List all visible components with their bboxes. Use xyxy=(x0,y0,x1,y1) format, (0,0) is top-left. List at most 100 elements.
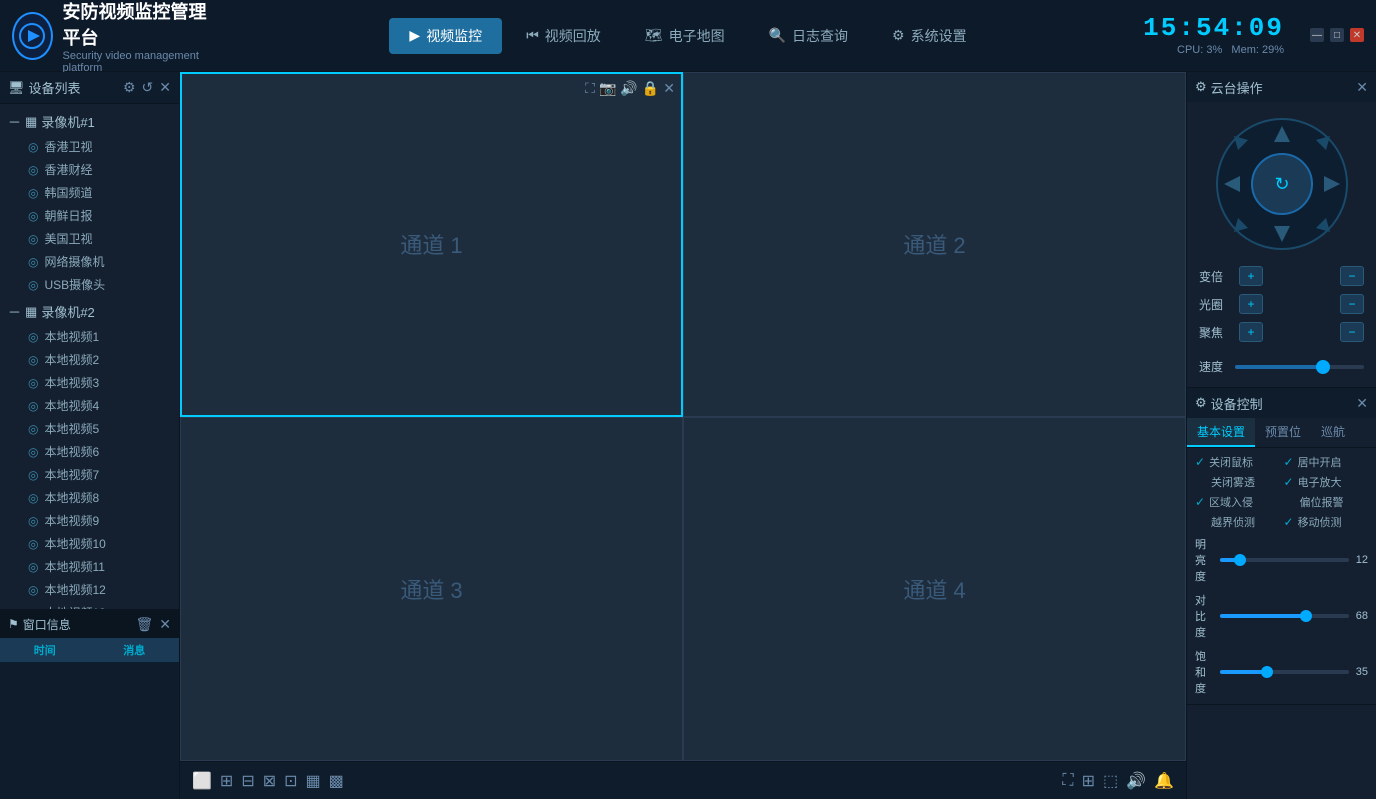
tab-monitor-label: 视频监控 xyxy=(426,26,482,46)
cell-1-toolbar: ⛶ 📷 🔊 🔒 ✕ xyxy=(585,80,675,97)
camera-item[interactable]: ◎本地视频6 xyxy=(0,440,179,463)
tab-monitor[interactable]: ▶ 视频监控 xyxy=(389,18,502,54)
speed-slider[interactable] xyxy=(1235,365,1364,369)
camera-icon: ◎ xyxy=(28,376,38,390)
option-5-label: 区域入侵 xyxy=(1209,494,1253,510)
layout-2x2-btn[interactable]: ⊞ xyxy=(220,771,233,791)
channel-1-label: 通道 1 xyxy=(400,228,462,260)
camera-item[interactable]: ◎本地视频11 xyxy=(0,555,179,578)
camera-item[interactable]: ◎美国卫视 xyxy=(0,227,179,250)
camera-item[interactable]: ◎本地视频10 xyxy=(0,532,179,555)
camera-item[interactable]: ◎香港财经 xyxy=(0,158,179,181)
video-cell-4[interactable]: 通道 4 xyxy=(683,417,1186,762)
collapse-icon-2: － xyxy=(8,302,21,321)
video-cell-1[interactable]: 通道 1 ⛶ 📷 🔊 🔒 ✕ xyxy=(180,72,683,417)
ptz-close-btn[interactable]: ✕ xyxy=(1356,79,1368,96)
tab-patrol[interactable]: 巡航 xyxy=(1311,418,1355,447)
camera-item[interactable]: ◎香港卫视 xyxy=(0,135,179,158)
brightness-slider[interactable] xyxy=(1220,558,1349,562)
camera-item[interactable]: ◎本地视频1 xyxy=(0,325,179,348)
zoom-plus-btn[interactable]: + xyxy=(1239,266,1263,286)
ptz-icon: ⚙ xyxy=(1195,79,1207,95)
layout-custom3-btn[interactable]: ▦ xyxy=(306,771,321,791)
recorder-icon-2: ▦ xyxy=(25,304,37,320)
option-row-2: 关闭雾透 ✓ 电子放大 xyxy=(1195,474,1368,490)
settings-icon[interactable]: ⚙ xyxy=(123,79,136,96)
ptz-controller: ↻ xyxy=(1187,102,1376,387)
clear-info-icon[interactable]: 🗑 xyxy=(135,616,153,633)
ptz-title: ⚙ 云台操作 xyxy=(1195,78,1356,97)
lock-icon[interactable]: 🔒 xyxy=(642,80,659,97)
layout-1x1-btn[interactable]: ⬜ xyxy=(192,771,212,791)
close-sidebar-icon[interactable]: ✕ xyxy=(159,79,171,96)
audio-icon[interactable]: 🔊 xyxy=(620,80,637,97)
device-control-tabs: 基本设置 预置位 巡航 xyxy=(1187,418,1376,448)
option-row-1: ✓ 关闭鼠标 ✓ 居中开启 xyxy=(1195,454,1368,470)
saturation-slider[interactable] xyxy=(1220,670,1349,674)
recorder-2-header[interactable]: － ▦ 录像机#2 xyxy=(0,298,179,325)
mem-info: Mem: 29% xyxy=(1231,44,1284,56)
zoom-minus-btn[interactable]: − xyxy=(1340,266,1364,286)
maximize-button[interactable]: □ xyxy=(1330,28,1344,42)
cpu-info: CPU: 3% xyxy=(1177,44,1222,56)
video-cell-2[interactable]: 通道 2 xyxy=(683,72,1186,417)
tab-preset[interactable]: 预置位 xyxy=(1255,418,1311,447)
camera-item[interactable]: ◎本地视频7 xyxy=(0,463,179,486)
refresh-icon[interactable]: ↺ xyxy=(142,79,154,96)
device-tree: － ▦ 录像机#1 ◎香港卫视 ◎香港财经 ◎韩国频道 ◎朝鲜日报 ◎美国卫视 … xyxy=(0,104,179,609)
minimize-button[interactable]: — xyxy=(1310,28,1324,42)
tab-settings[interactable]: ⚙ 系统设置 xyxy=(872,18,987,54)
camera-icon: ◎ xyxy=(28,422,38,436)
close-button[interactable]: ✕ xyxy=(1350,28,1364,42)
recorder-1-label: 录像机#1 xyxy=(41,112,94,131)
camera-icon: ◎ xyxy=(28,140,38,154)
camera-item[interactable]: ◎本地视频5 xyxy=(0,417,179,440)
camera-item[interactable]: ◎朝鲜日报 xyxy=(0,204,179,227)
iris-minus-btn[interactable]: − xyxy=(1340,294,1364,314)
saturation-value: 35 xyxy=(1355,666,1368,678)
aspect-ratio-icon[interactable]: ⬚ xyxy=(1103,771,1118,791)
fullscreen-icon[interactable]: ⛶ xyxy=(585,80,595,97)
contrast-value: 68 xyxy=(1355,610,1368,622)
camera-item[interactable]: ◎本地视频9 xyxy=(0,509,179,532)
camera-item[interactable]: ◎网络摄像机 xyxy=(0,250,179,273)
camera-item[interactable]: ◎本地视频8 xyxy=(0,486,179,509)
saturation-label: 饱和度 xyxy=(1195,648,1214,696)
layout-custom2-btn[interactable]: ⊡ xyxy=(284,771,297,791)
layout-3x3-btn[interactable]: ⊟ xyxy=(241,771,254,791)
camera-item[interactable]: ◎本地视频2 xyxy=(0,348,179,371)
layout-custom4-btn[interactable]: ▩ xyxy=(329,771,344,791)
logo-icon xyxy=(12,12,53,60)
camera-item[interactable]: ◎本地视频3 xyxy=(0,371,179,394)
device-icon: ⚙ xyxy=(1195,395,1207,411)
iris-plus-btn[interactable]: + xyxy=(1239,294,1263,314)
contrast-slider[interactable] xyxy=(1220,614,1349,618)
alarm-icon[interactable]: 🔔 xyxy=(1154,771,1174,791)
brightness-row: 明亮度 12 xyxy=(1195,534,1368,586)
close-info-icon[interactable]: ✕ xyxy=(159,616,171,633)
tab-basic-settings[interactable]: 基本设置 xyxy=(1187,418,1255,447)
focus-minus-btn[interactable]: − xyxy=(1340,322,1364,342)
tab-map[interactable]: 🗺 电子地图 xyxy=(625,18,745,54)
recorder-1-header[interactable]: － ▦ 录像机#1 xyxy=(0,108,179,135)
layout-custom1-btn[interactable]: ⊠ xyxy=(263,771,276,791)
volume-icon[interactable]: 🔊 xyxy=(1126,771,1146,791)
camera-item[interactable]: ◎本地视频4 xyxy=(0,394,179,417)
ptz-wheel[interactable]: ↻ xyxy=(1212,114,1352,254)
close-cell-icon[interactable]: ✕ xyxy=(663,80,675,97)
camera-item[interactable]: ◎本地视频12 xyxy=(0,578,179,601)
resize-icon[interactable]: ⛶ xyxy=(1062,772,1073,790)
collapse-icon-1: － xyxy=(8,112,21,131)
option-cross-detect: 越界侦测 xyxy=(1195,514,1280,530)
device-control-close-btn[interactable]: ✕ xyxy=(1356,395,1368,412)
tab-playback[interactable]: ⏮ 视频回放 xyxy=(506,18,621,54)
tab-log[interactable]: 🔍 日志查询 xyxy=(749,18,868,54)
camera-item[interactable]: ◎本地视频13 xyxy=(0,601,179,609)
video-cell-3[interactable]: 通道 3 xyxy=(180,417,683,762)
snapshot-icon[interactable]: 📷 xyxy=(599,80,616,97)
grid-view-icon[interactable]: ⊞ xyxy=(1082,771,1095,791)
camera-item[interactable]: ◎韩国频道 xyxy=(0,181,179,204)
camera-item[interactable]: ◎USB摄像头 xyxy=(0,273,179,296)
focus-plus-btn[interactable]: + xyxy=(1239,322,1263,342)
camera-icon: ◎ xyxy=(28,186,38,200)
